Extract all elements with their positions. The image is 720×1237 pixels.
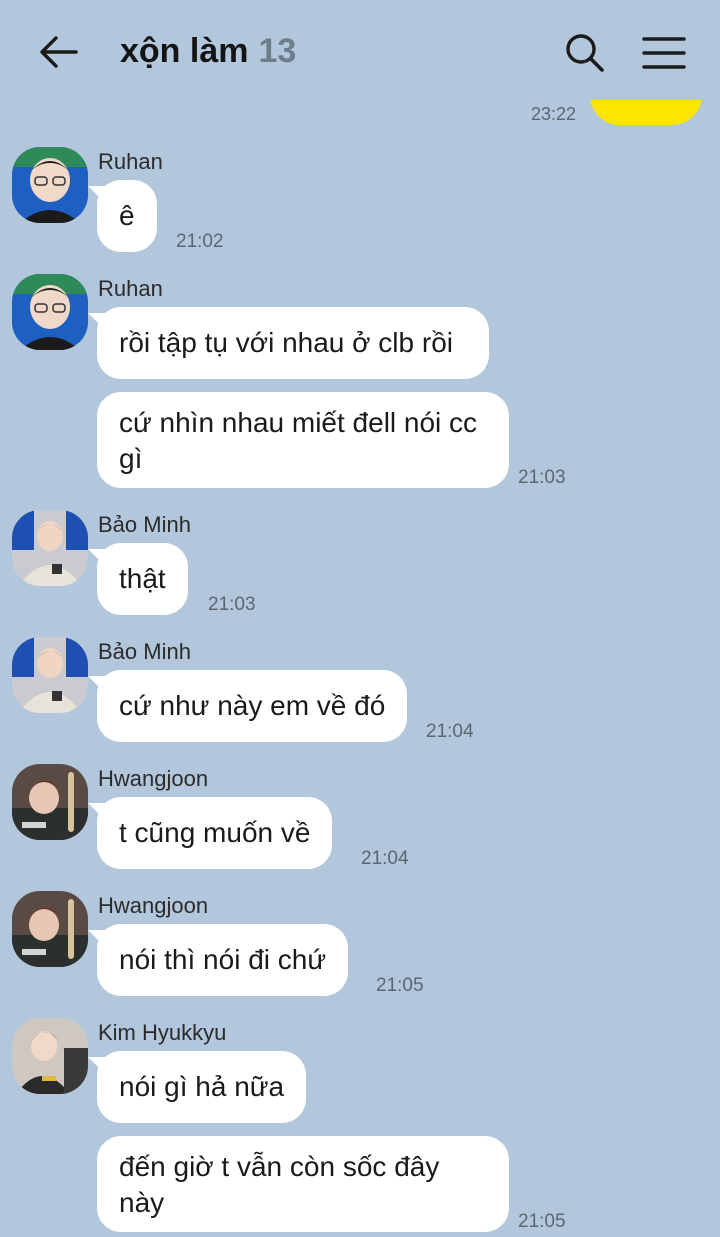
message-bubble[interactable]: cứ như này em về đó	[87, 670, 408, 742]
message-text: t cũng muốn về	[119, 817, 311, 848]
sender-name: Bảo Minh	[98, 512, 191, 537]
menu-button[interactable]	[640, 34, 688, 74]
message-text: đến giờ t vẫn còn sốc đây này	[119, 1151, 440, 1218]
sender-name: Hwangjoon	[98, 766, 209, 791]
message-text: cứ nhìn nhau miết đell nói cc gì	[119, 407, 478, 474]
avatar-hwangjoon[interactable]	[12, 891, 88, 967]
message-bubble[interactable]: đến giờ t vẫn còn sốc đây này	[97, 1136, 509, 1232]
member-count: 13	[258, 32, 297, 70]
message-bubble[interactable]: thật	[88, 543, 188, 615]
message-time: 23:22	[531, 104, 577, 124]
sender-name: Hwangjoon	[98, 893, 209, 918]
profile-photo	[12, 637, 88, 713]
message-time: 21:02	[176, 231, 224, 252]
message-time: 21:04	[361, 848, 409, 869]
search-icon	[566, 34, 604, 72]
avatar-bao-minh[interactable]	[12, 510, 88, 586]
profile-photo	[12, 147, 88, 223]
avatar-kim-hyukkyu[interactable]	[12, 1018, 88, 1094]
chat-header: xộn làm 13	[0, 0, 720, 100]
back-button[interactable]	[36, 30, 80, 74]
message-bubble[interactable]: nói gì hả nữa	[87, 1051, 307, 1123]
hamburger-menu-icon	[642, 37, 686, 69]
message-text: rồi tập tụ với nhau ở clb rồi	[119, 327, 453, 358]
chat-name: xộn làm	[120, 32, 249, 70]
avatar-hwangjoon[interactable]	[12, 764, 88, 840]
profile-photo	[12, 510, 88, 586]
profile-photo	[12, 764, 88, 840]
chat-title: xộn làm 13	[120, 32, 296, 71]
message-time: 21:03	[518, 467, 566, 488]
sender-name: Bảo Minh	[98, 639, 191, 664]
avatar-ruhan[interactable]	[12, 274, 88, 350]
message-time: 21:05	[376, 975, 424, 996]
profile-photo	[12, 1018, 88, 1094]
message-time: 21:05	[518, 1211, 566, 1232]
sender-name: Ruhan	[98, 276, 163, 301]
arrow-left-icon	[40, 36, 78, 68]
message-bubble[interactable]: t cũng muốn về	[87, 797, 333, 869]
message-text: nói thì nói đi chứ	[119, 944, 327, 975]
message-bubble[interactable]: rồi tập tụ với nhau ở clb rồi	[88, 307, 489, 379]
message-text: ê	[119, 200, 135, 231]
message-bubble[interactable]: nói thì nói đi chứ	[87, 924, 349, 996]
avatar-bao-minh[interactable]	[12, 637, 88, 713]
profile-photo	[12, 274, 88, 350]
message-text: thật	[119, 563, 166, 594]
avatar-ruhan[interactable]	[12, 147, 88, 223]
sender-name: Ruhan	[98, 149, 163, 174]
message-text: nói gì hả nữa	[119, 1071, 285, 1102]
message-bubble[interactable]: ê	[88, 180, 157, 252]
search-button[interactable]	[562, 30, 608, 76]
message-time: 21:04	[426, 721, 474, 742]
profile-photo	[12, 891, 88, 967]
sender-name: Kim Hyukkyu	[98, 1020, 227, 1045]
message-bubble[interactable]: cứ nhìn nhau miết đell nói cc gì	[97, 392, 509, 488]
message-time: 21:03	[208, 594, 256, 615]
message-text: cứ như này em về đó	[119, 690, 386, 721]
